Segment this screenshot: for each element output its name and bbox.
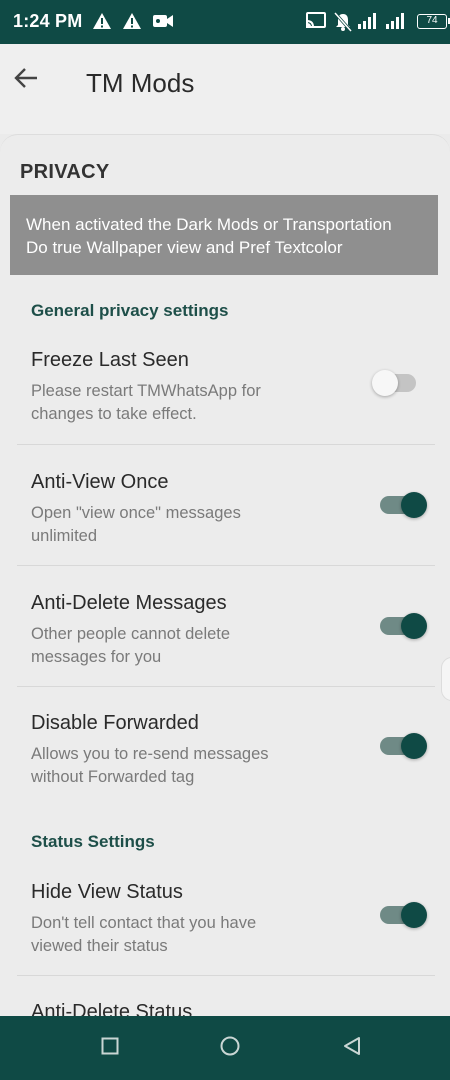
pref-summary: Don't tell contact that you have viewed …	[31, 912, 331, 958]
pref-summary-line: messages for you	[31, 648, 162, 666]
switch-thumb	[372, 370, 398, 396]
pref-summary-line: without Forwarded tag	[31, 768, 195, 786]
status-time: 1:24 PM	[13, 11, 83, 31]
pref-summary-line: unlimited	[31, 527, 98, 545]
group-title-status-settings: Status Settings	[31, 832, 155, 851]
home-circle-icon	[220, 1036, 240, 1061]
toggle-switch[interactable]	[380, 902, 427, 928]
pref-summary: Please restart TMWhatsApp for changes to…	[31, 380, 331, 426]
pref-anti-delete-messages[interactable]: Anti-Delete Messages Other people cannot…	[0, 592, 450, 712]
pref-summary: Allows you to re-send messages without F…	[31, 743, 331, 789]
section-header: PRIVACY	[20, 161, 110, 183]
cast-icon	[306, 12, 326, 35]
signal-icon	[385, 12, 407, 35]
banner-line: Do true Wallpaper view and Pref Textcolo…	[26, 238, 343, 257]
pref-summary-line: changes to take effect.	[31, 405, 197, 423]
pref-anti-view-once[interactable]: Anti-View Once Open "view once" messages…	[0, 471, 450, 591]
pref-summary: Open "view once" messages unlimited	[31, 502, 331, 548]
navigation-bar	[0, 1016, 450, 1080]
settings-list[interactable]: PRIVACY When activated the Dark Mods or …	[0, 134, 450, 1021]
divider	[17, 975, 435, 976]
back-button[interactable]	[8, 62, 44, 98]
recents-square-icon	[101, 1037, 119, 1060]
pref-summary: Other people cannot delete messages for …	[31, 623, 331, 669]
switch-thumb	[401, 613, 427, 639]
pref-hide-view-status[interactable]: Hide View Status Don't tell contact that…	[0, 881, 450, 1001]
pref-title: Anti-Delete Messages	[31, 592, 227, 614]
warning-icon	[92, 12, 112, 35]
switch-thumb	[401, 492, 427, 518]
pref-title: Anti-View Once	[31, 471, 169, 493]
toggle-switch[interactable]	[372, 370, 416, 396]
pref-title: Freeze Last Seen	[31, 349, 189, 371]
pref-summary-line: Allows you to re-send messages	[31, 745, 269, 763]
toggle-switch[interactable]	[380, 613, 427, 639]
group-title-general-privacy: General privacy settings	[31, 301, 229, 320]
home-button[interactable]	[218, 1036, 242, 1060]
info-banner: When activated the Dark Mods or Transpor…	[10, 195, 438, 275]
battery-icon: 74	[417, 14, 450, 29]
pref-title: Disable Forwarded	[31, 712, 199, 734]
pref-summary-line: Open "view once" messages	[31, 504, 241, 522]
toggle-switch[interactable]	[380, 492, 427, 518]
divider	[17, 686, 435, 687]
pref-summary-line: viewed their status	[31, 937, 168, 955]
back-triangle-icon	[343, 1036, 361, 1061]
video-icon	[152, 13, 174, 34]
switch-thumb	[401, 733, 427, 759]
warning-icon	[122, 12, 142, 35]
toggle-switch[interactable]	[380, 733, 427, 759]
arrow-back-icon	[13, 67, 39, 94]
app-bar: TM Mods	[0, 44, 450, 134]
nav-back-button[interactable]	[340, 1036, 364, 1060]
pref-disable-forwarded[interactable]: Disable Forwarded Allows you to re-send …	[0, 712, 450, 832]
switch-thumb	[401, 902, 427, 928]
banner-line: When activated the Dark Mods or Transpor…	[26, 215, 392, 234]
mute-bell-icon	[333, 12, 353, 37]
pref-summary-line: Please restart TMWhatsApp for	[31, 382, 261, 400]
pref-freeze-last-seen[interactable]: Freeze Last Seen Please restart TMWhatsA…	[0, 349, 450, 469]
pref-summary-line: Other people cannot delete	[31, 625, 231, 643]
divider	[17, 565, 435, 566]
recents-button[interactable]	[98, 1036, 122, 1060]
scroll-handle[interactable]	[441, 657, 450, 701]
pref-title: Hide View Status	[31, 881, 183, 903]
signal-icon	[357, 12, 379, 35]
pref-summary-line: Don't tell contact that you have	[31, 914, 257, 932]
status-bar: 1:24 PM 74	[0, 0, 450, 44]
divider	[17, 444, 435, 445]
page-title: TM Mods	[86, 68, 195, 98]
